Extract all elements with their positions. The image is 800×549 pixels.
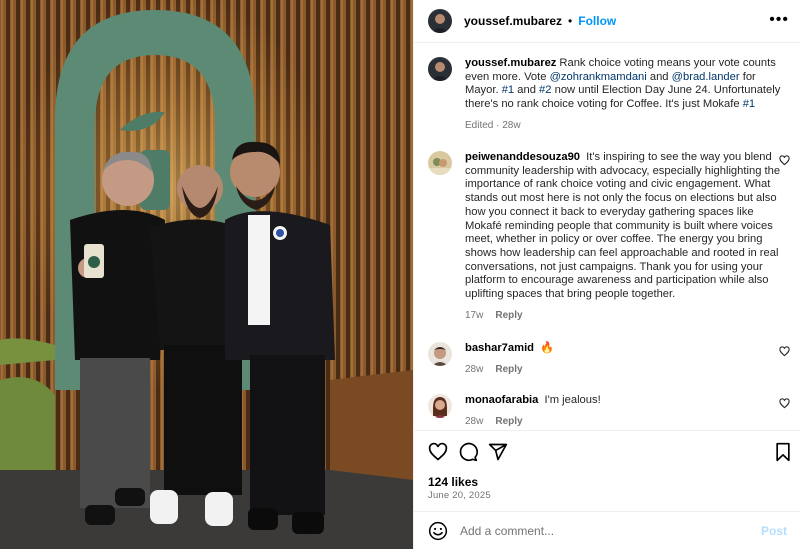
post-author-username[interactable]: youssef.mubarez <box>464 14 562 28</box>
post-actions: 124 likes June 20, 2025 <box>414 430 800 510</box>
save-bookmark-icon[interactable] <box>774 442 792 462</box>
post-photo[interactable] <box>0 0 413 549</box>
caption-text: and <box>514 84 540 97</box>
avatar[interactable] <box>428 9 452 33</box>
avatar[interactable] <box>428 342 452 366</box>
instagram-post-view: youssef.mubarez • Follow ••• youssef.mub… <box>0 0 800 549</box>
mention-link[interactable]: @zohrankmamdani <box>550 71 647 83</box>
like-comment-heart-icon[interactable] <box>779 346 790 357</box>
follow-button[interactable]: Follow <box>578 14 616 28</box>
comment-item: peiwenanddesouza90 It's inspiring to see… <box>428 151 790 322</box>
avatar[interactable] <box>428 57 452 81</box>
reply-button[interactable]: Reply <box>495 310 522 321</box>
add-comment-bar: Post <box>414 511 800 549</box>
like-heart-icon[interactable] <box>428 442 448 462</box>
comment-body: bashar7amid 🔥 28w Reply <box>465 342 790 376</box>
comment-meta: 28w Reply <box>465 363 790 377</box>
comment-username[interactable]: peiwenanddesouza90 <box>465 151 580 163</box>
caption-username[interactable]: youssef.mubarez <box>465 57 556 69</box>
comments-list[interactable]: youssef.mubarez Rank choice voting means … <box>414 43 800 430</box>
comment-body: monaofarabia I'm jealous! 28w Reply <box>465 394 790 428</box>
emoji-icon[interactable] <box>428 521 448 541</box>
comment-time: 17w <box>465 309 484 321</box>
hashtag-link[interactable]: #2 <box>539 84 551 96</box>
avatar[interactable] <box>428 394 452 418</box>
comment-body: peiwenanddesouza90 It's inspiring to see… <box>465 151 790 322</box>
hashtag-link[interactable]: #1 <box>502 84 514 96</box>
comment-item: monaofarabia I'm jealous! 28w Reply <box>428 394 790 428</box>
comment-meta: 28w Reply <box>465 415 790 429</box>
comment-text: I'm jealous! <box>544 394 601 406</box>
mention-link[interactable]: @brad.lander <box>672 71 740 83</box>
post-comment-button[interactable]: Post <box>761 524 787 538</box>
reply-button[interactable]: Reply <box>495 416 522 427</box>
caption-body: youssef.mubarez Rank choice voting means … <box>465 57 790 133</box>
reply-button[interactable]: Reply <box>495 364 522 375</box>
avatar[interactable] <box>428 151 452 175</box>
comment-text: It's inspiring to see the way you blend … <box>465 151 781 301</box>
likes-count[interactable]: 124 likes <box>428 475 478 489</box>
comment-bubble-icon[interactable] <box>458 442 478 462</box>
add-comment-input[interactable] <box>460 523 761 538</box>
comment-time: 28w <box>465 415 484 427</box>
like-comment-heart-icon[interactable] <box>779 398 790 409</box>
post-header: youssef.mubarez • Follow ••• <box>414 0 800 43</box>
comment-username[interactable]: monaofarabia <box>465 394 538 406</box>
separator-dot: • <box>568 14 573 28</box>
more-options-icon[interactable]: ••• <box>769 12 789 28</box>
hashtag-link[interactable]: #1 <box>743 98 755 110</box>
comment-username[interactable]: bashar7amid <box>465 342 534 354</box>
comment-time: 28w <box>465 363 484 375</box>
share-send-icon[interactable] <box>488 442 508 462</box>
comment-meta: 17w Reply <box>465 309 790 323</box>
comment-item: bashar7amid 🔥 28w Reply <box>428 342 790 376</box>
comment-text: 🔥 <box>540 342 555 354</box>
caption-meta: Edited · 28w <box>465 119 521 131</box>
caption-text: and <box>646 70 672 83</box>
post-date: June 20, 2025 <box>428 490 491 501</box>
like-comment-heart-icon[interactable] <box>779 155 790 166</box>
post-caption: youssef.mubarez Rank choice voting means … <box>428 57 790 133</box>
post-side-panel: youssef.mubarez • Follow ••• youssef.mub… <box>413 0 800 549</box>
